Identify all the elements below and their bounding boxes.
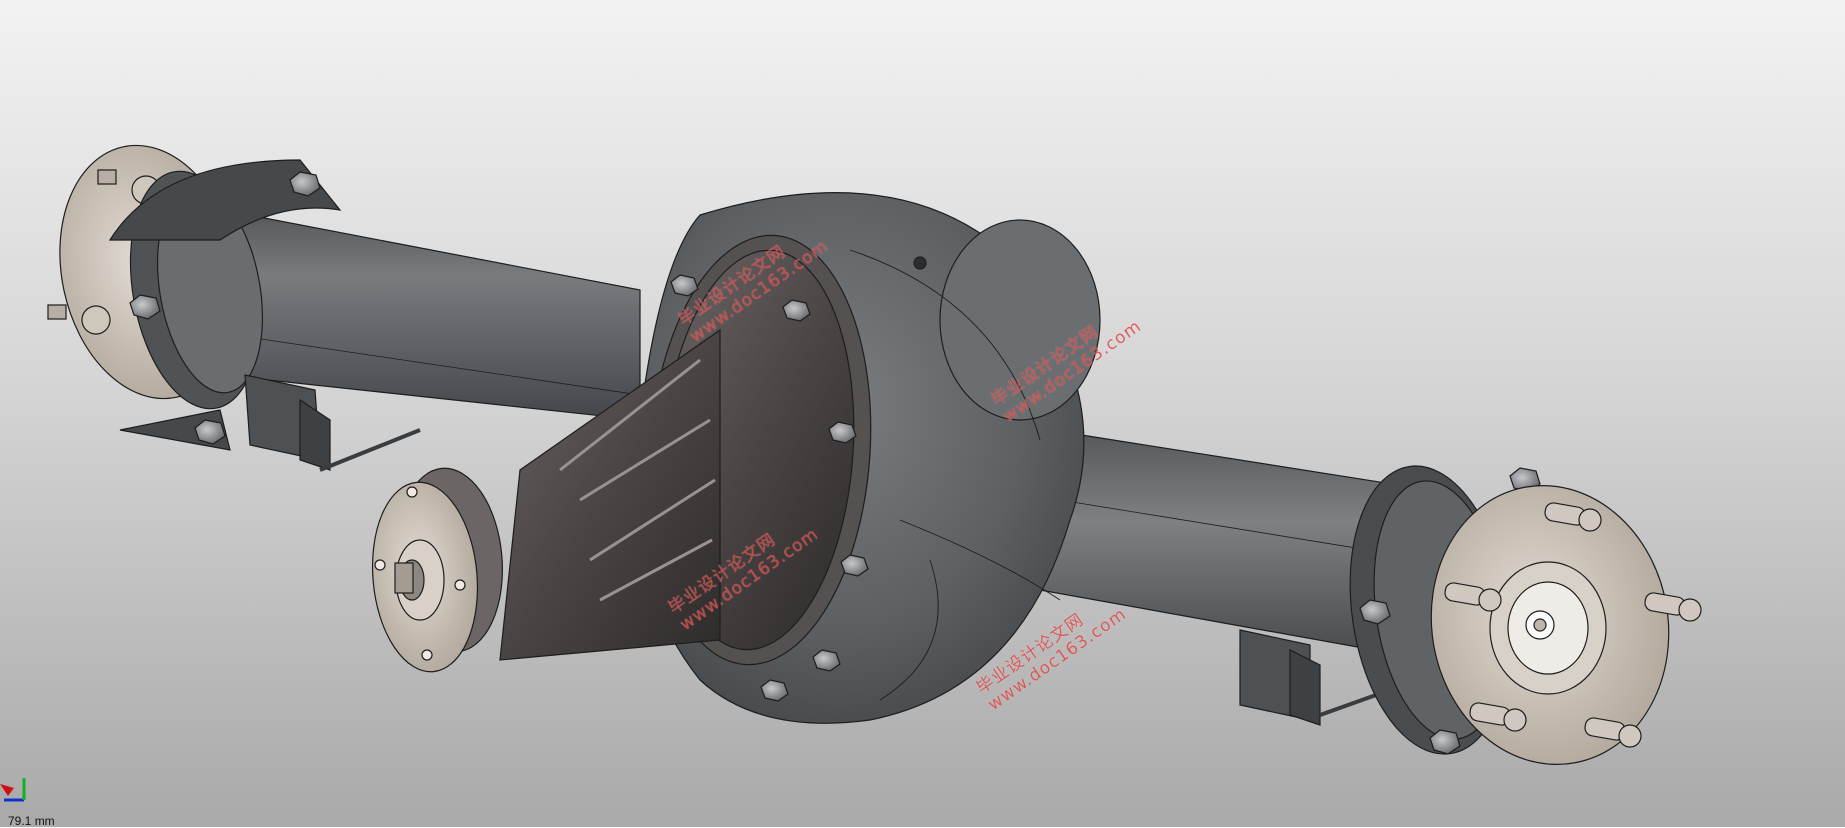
rear-axle-3d-model[interactable] xyxy=(0,0,1845,827)
left-axle-tube xyxy=(47,144,641,472)
graphics-viewport[interactable]: 毕业设计论文网 www.doc163.com 毕业设计论文网 www.doc16… xyxy=(0,0,1845,827)
scale-readout: 79.1 mm xyxy=(8,814,55,828)
coordinate-triad-icon xyxy=(0,778,26,802)
x-axis-icon xyxy=(0,784,14,796)
right-axle-tube xyxy=(1039,429,1702,765)
